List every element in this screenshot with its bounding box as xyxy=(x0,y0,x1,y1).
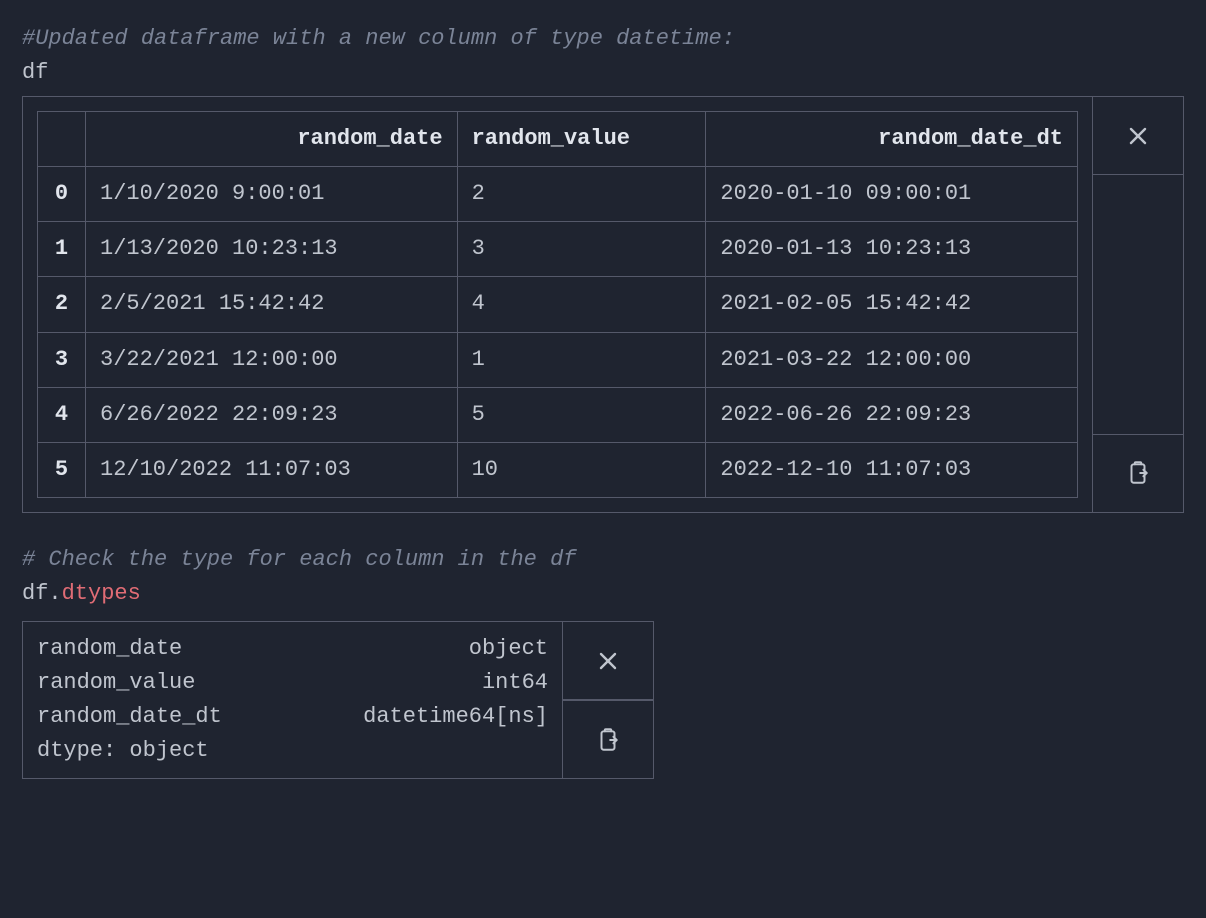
table-row: 11/13/2020 10:23:1332020-01-13 10:23:13 xyxy=(38,222,1078,277)
cell-random-date-dt: 2020-01-10 09:00:01 xyxy=(706,167,1078,222)
close-icon xyxy=(1126,124,1150,148)
cell-random-date-dt: 2022-06-26 22:09:23 xyxy=(706,387,1078,442)
output-2-container: random_dateobjectrandom_valueint64random… xyxy=(22,621,654,779)
row-index: 5 xyxy=(38,442,86,497)
table-row: 01/10/2020 9:00:0122020-01-10 09:00:01 xyxy=(38,167,1078,222)
cell-random-date-dt: 2022-12-10 11:07:03 xyxy=(706,442,1078,497)
code-prefix: df. xyxy=(22,581,62,606)
row-index: 4 xyxy=(38,387,86,442)
table-header-random-date-dt: random_date_dt xyxy=(706,112,1078,167)
cell-random-value: 10 xyxy=(457,442,706,497)
row-index: 3 xyxy=(38,332,86,387)
table-header-random-value: random_value xyxy=(457,112,706,167)
table-row: 22/5/2021 15:42:4242021-02-05 15:42:42 xyxy=(38,277,1078,332)
dtypes-list: random_dateobjectrandom_valueint64random… xyxy=(37,632,548,734)
table-body: 01/10/2020 9:00:0122020-01-10 09:00:0111… xyxy=(38,167,1078,498)
row-index: 0 xyxy=(38,167,86,222)
dtype-type: datetime64[ns] xyxy=(267,700,548,734)
cell-random-value: 2 xyxy=(457,167,706,222)
dtype-row: random_dateobject xyxy=(37,632,548,666)
cell-random-date-dt: 2020-01-13 10:23:13 xyxy=(706,222,1078,277)
dtype-row: random_valueint64 xyxy=(37,666,548,700)
table-row: 33/22/2021 12:00:0012021-03-22 12:00:00 xyxy=(38,332,1078,387)
copy-output-button[interactable] xyxy=(1093,434,1183,512)
cell-random-value: 1 xyxy=(457,332,706,387)
dtype-type: object xyxy=(267,632,548,666)
row-index: 1 xyxy=(38,222,86,277)
table-header-random-date: random_date xyxy=(86,112,458,167)
output-2-side xyxy=(563,622,653,778)
cell-random-date: 1/10/2020 9:00:01 xyxy=(86,167,458,222)
cell-random-date: 12/10/2022 11:07:03 xyxy=(86,442,458,497)
output-2-main: random_dateobjectrandom_valueint64random… xyxy=(23,622,563,778)
table-header-row: random_date random_value random_date_dt xyxy=(38,112,1078,167)
cell-random-date: 3/22/2021 12:00:00 xyxy=(86,332,458,387)
cell-random-date-dt: 2021-03-22 12:00:00 xyxy=(706,332,1078,387)
code-line-1: df xyxy=(22,56,1184,90)
cell-random-date: 1/13/2020 10:23:13 xyxy=(86,222,458,277)
dtype-type: int64 xyxy=(267,666,548,700)
table-row: 512/10/2022 11:07:03102022-12-10 11:07:0… xyxy=(38,442,1078,497)
row-index: 2 xyxy=(38,277,86,332)
output-1-container: random_date random_value random_date_dt … xyxy=(22,96,1184,513)
close-output-2-button[interactable] xyxy=(563,622,653,700)
close-output-button[interactable] xyxy=(1093,97,1183,175)
dtype-name: random_value xyxy=(37,666,267,700)
dataframe-table: random_date random_value random_date_dt … xyxy=(37,111,1078,498)
copy-output-2-button[interactable] xyxy=(563,700,653,778)
close-icon xyxy=(596,649,620,673)
clipboard-copy-icon xyxy=(1125,460,1151,486)
table-row: 46/26/2022 22:09:2352022-06-26 22:09:23 xyxy=(38,387,1078,442)
dtypes-summary: dtype: object xyxy=(37,734,548,768)
cell-random-date: 2/5/2021 15:42:42 xyxy=(86,277,458,332)
cell-random-value: 4 xyxy=(457,277,706,332)
code-line-2: df.dtypes xyxy=(22,577,1184,611)
cell-random-value: 3 xyxy=(457,222,706,277)
code-attr: dtypes xyxy=(62,581,141,606)
output-1-side xyxy=(1093,97,1183,512)
cell-random-date-dt: 2021-02-05 15:42:42 xyxy=(706,277,1078,332)
cell-random-value: 5 xyxy=(457,387,706,442)
cell-random-date: 6/26/2022 22:09:23 xyxy=(86,387,458,442)
table-header-index xyxy=(38,112,86,167)
output-1-main: random_date random_value random_date_dt … xyxy=(23,97,1093,512)
dtype-name: random_date_dt xyxy=(37,700,267,734)
clipboard-copy-icon xyxy=(595,727,621,753)
dtype-name: random_date xyxy=(37,632,267,666)
code-comment-1: #Updated dataframe with a new column of … xyxy=(22,22,1184,56)
code-comment-2: # Check the type for each column in the … xyxy=(22,543,1184,577)
dtype-row: random_date_dtdatetime64[ns] xyxy=(37,700,548,734)
